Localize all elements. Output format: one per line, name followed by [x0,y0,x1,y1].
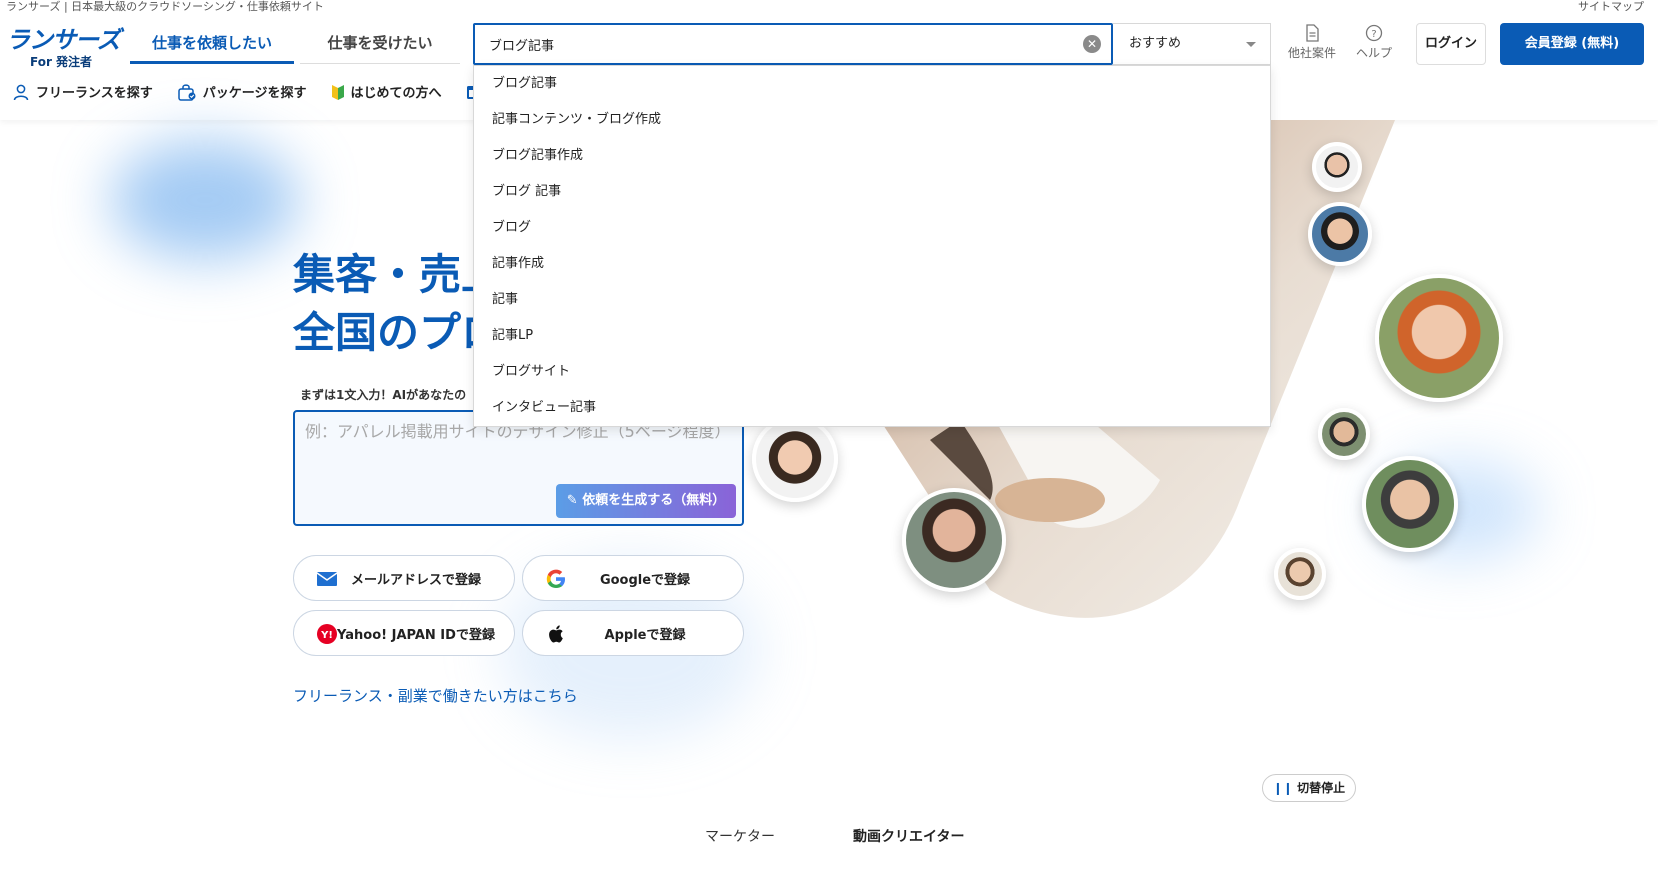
ai-prompt-label: まずは1文入力！AIがあなたの [300,388,467,402]
ai-request-input[interactable] [305,420,725,476]
generate-request-button[interactable]: ✎ 依頼を生成する（無料） [556,484,736,518]
sort-select-label: おすすめ [1129,36,1182,51]
logo-main-text: ランサーズ [6,26,121,54]
carousel-pause-label: 切替停止 [1297,781,1346,795]
svg-text:?: ? [1371,29,1376,40]
suggestion-item[interactable]: 記事 [474,282,1270,318]
avatar [752,416,838,502]
avatar [1312,142,1362,192]
ai-request-box: ✎ 依頼を生成する（無料） [293,410,744,526]
suggestion-item[interactable]: ブログ [474,210,1270,246]
search-suggestions-dropdown: ブログ記事 記事コンテンツ・ブログ作成 ブログ記事作成 ブログ 記事 ブログ 記… [473,65,1271,427]
signup-apple-button[interactable]: Appleで登録 [522,610,744,656]
suggestion-item[interactable]: 記事LP [474,318,1270,354]
search-input[interactable] [489,25,1059,63]
help-label: ヘルプ [1356,46,1393,60]
tab-request-work[interactable]: 仕事を依頼したい [130,24,294,64]
avatar [1362,456,1458,552]
avatar [1375,274,1503,402]
pause-icon: ❙❙ [1272,781,1298,795]
other-projects-link[interactable]: 他社案件 [1288,24,1336,61]
carousel-tab-video-creator[interactable]: 動画クリエイター [853,826,964,846]
freelance-signup-link[interactable]: フリーランス・副業で働きたい方はこちら [293,685,578,706]
search-box: ✕ [473,23,1113,65]
avatar [1308,202,1372,266]
hero-title-line1: 集客・売上 [293,250,504,299]
suggestion-item[interactable]: ブログサイト [474,354,1270,390]
mail-icon [316,572,338,586]
svg-text:Y!: Y! [320,630,333,641]
suggestion-item[interactable]: ブログ記事作成 [474,138,1270,174]
hero-title: 集客・売上 全国のプロ [293,246,503,362]
find-freelancer-link[interactable]: フリーランスを探す [12,82,153,101]
carousel-pause-button[interactable]: ❙❙ 切替停止 [1262,774,1356,802]
google-icon [546,569,565,588]
generate-request-label: 依頼を生成する（無料） [582,493,726,508]
avatar [1318,408,1370,460]
yahoo-japan-icon: Y! [317,624,337,644]
register-button[interactable]: 会員登録 (無料) [1500,23,1644,65]
clear-search-icon[interactable]: ✕ [1083,35,1101,53]
hero-title-line2: 全国のプロ [293,308,504,357]
chevron-down-icon [1246,42,1256,47]
site-tagline: ランサーズ | 日本最大級のクラウドソーシング・仕事依頼サイト [6,0,324,13]
package-bag-icon [178,83,196,101]
find-package-label: パッケージを探す [202,86,307,101]
person-icon [13,84,29,100]
help-link[interactable]: ? ヘルプ [1356,24,1392,61]
logo-sub-text: For 発注者 [30,55,93,69]
sitemap-link[interactable]: サイトマップ [1578,0,1644,14]
magic-wand-icon: ✎ [566,493,583,508]
avatar [1274,548,1326,600]
sort-select[interactable]: おすすめ [1113,23,1271,65]
other-projects-label: 他社案件 [1288,46,1337,60]
apple-icon [549,625,563,643]
signup-email-button[interactable]: メールアドレスで登録 [293,555,515,601]
signup-yahoo-button[interactable]: Y! Yahoo! JAPAN IDで登録 [293,610,515,656]
find-freelancer-label: フリーランスを探す [36,86,153,101]
avatar [902,488,1006,592]
suggestion-item[interactable]: 記事コンテンツ・ブログ作成 [474,102,1270,138]
document-icon [1306,24,1319,42]
suggestion-item[interactable]: インタビュー記事 [474,390,1270,426]
sub-navigation: フリーランスを探す パッケージを探す はじめての方へ [12,82,480,101]
login-button[interactable]: ログイン [1416,23,1486,65]
suggestion-item[interactable]: ブログ 記事 [474,174,1270,210]
tab-accept-work[interactable]: 仕事を受けたい [300,24,460,64]
beginner-guide-label: はじめての方へ [350,86,442,101]
lancers-logo[interactable]: ランサーズ For 発注者 [6,20,121,70]
carousel-tab-marketer[interactable]: マーケター [705,826,775,846]
decorative-glow [110,140,300,260]
suggestion-item[interactable]: ブログ記事 [474,66,1270,102]
signup-google-button[interactable]: Googleで登録 [522,555,744,601]
beginner-guide-link[interactable]: はじめての方へ [331,82,442,101]
help-icon: ? [1365,24,1383,42]
suggestion-item[interactable]: 記事作成 [474,246,1270,282]
find-package-link[interactable]: パッケージを探す [177,82,307,101]
beginner-mark-icon [331,84,344,100]
